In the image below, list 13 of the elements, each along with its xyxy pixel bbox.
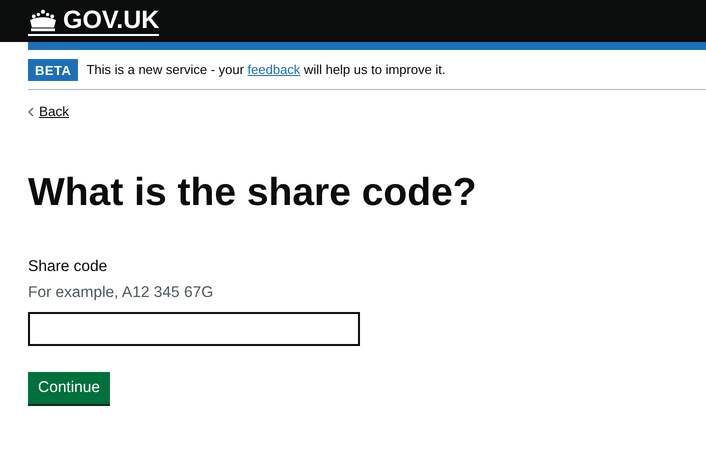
continue-button[interactable]: Continue — [28, 372, 110, 404]
back-link[interactable]: Back — [28, 104, 70, 119]
govuk-logo-link[interactable]: GOV.UK — [28, 8, 160, 36]
phase-banner-text: This is a new service - your feedback will help us to improve it. — [86, 62, 446, 77]
feedback-link[interactable]: feedback — [248, 62, 300, 77]
field-hint: For example, A12 345 67G — [28, 284, 214, 302]
back-text: Back — [39, 104, 70, 119]
field-label: Share code — [28, 258, 108, 276]
chevron-left-icon — [28, 106, 34, 116]
beta-tag: BETA — [28, 58, 78, 80]
share-code-field[interactable] — [28, 312, 360, 346]
page-heading: What is the share code? — [28, 172, 478, 214]
crown-icon — [28, 8, 58, 32]
